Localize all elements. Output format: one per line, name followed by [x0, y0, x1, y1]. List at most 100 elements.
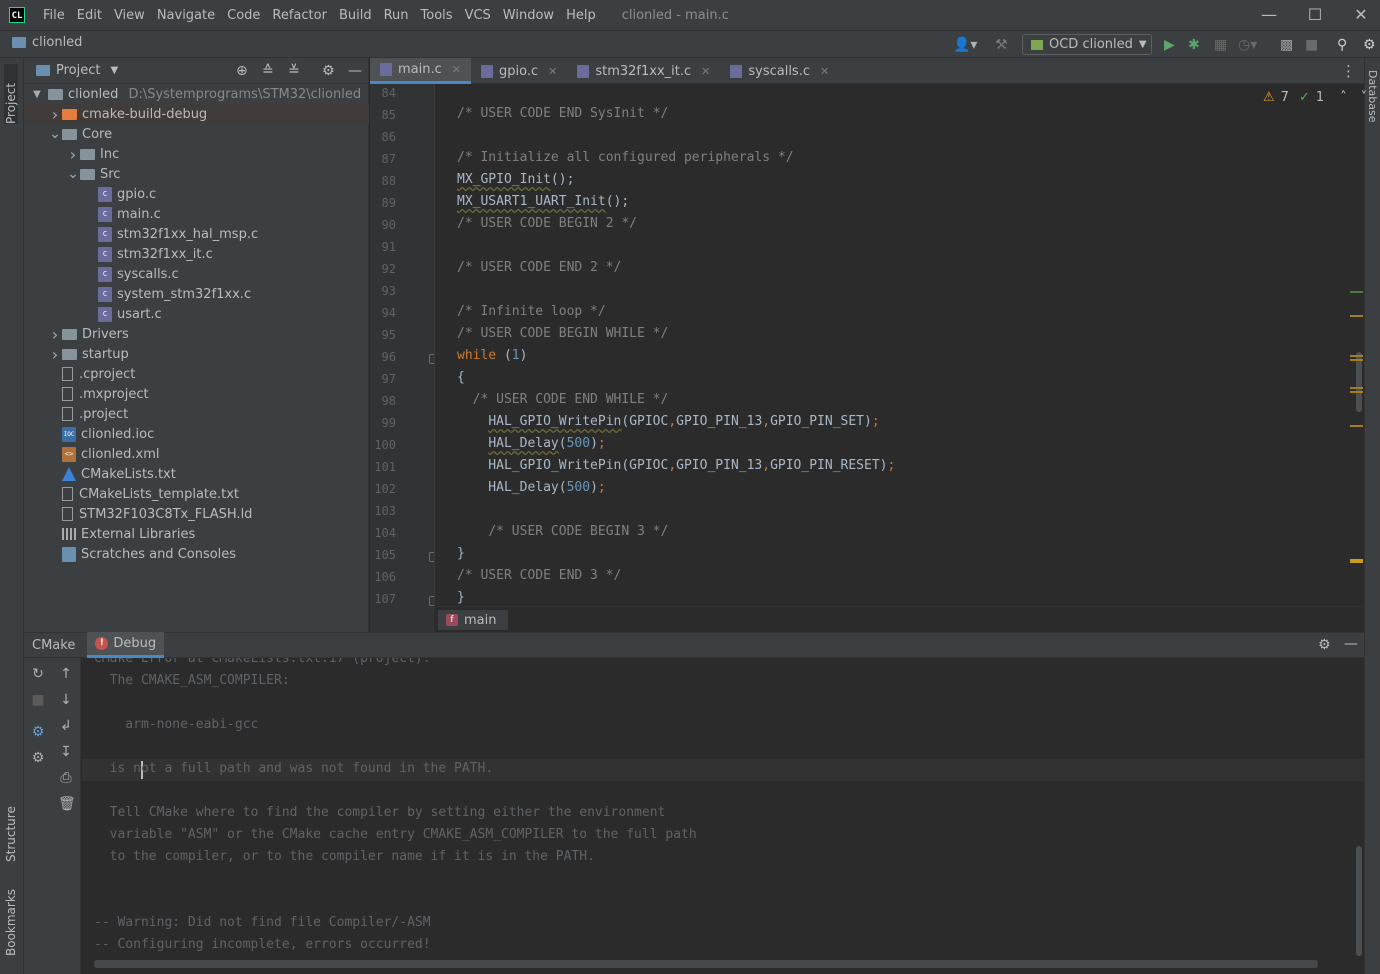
menu-item-window[interactable]: Window [497, 8, 560, 23]
tree-item-inc[interactable]: › Inc [24, 144, 369, 164]
tree-item--project[interactable]: .project [24, 404, 369, 424]
arrow-up-icon[interactable]: ↑ [58, 666, 74, 682]
menu-item-build[interactable]: Build [333, 8, 378, 23]
chevron-down-icon[interactable]: ⌄ [48, 126, 62, 142]
hide-panel-icon[interactable]: — [348, 63, 362, 79]
menu-item-tools[interactable]: Tools [415, 8, 459, 23]
clear-trash-icon[interactable]: 🗑 [58, 796, 76, 812]
close-tab-icon[interactable]: ✕ [452, 63, 461, 76]
console-horizontal-scrollbar[interactable] [94, 960, 1318, 968]
expand-all-icon[interactable]: ≙ [262, 63, 274, 79]
cmake-settings-icon[interactable]: ⚙ [30, 724, 46, 740]
tab-cmake[interactable]: CMake [24, 632, 83, 658]
tree-item-stm32f103c8tx-flash-ld[interactable]: STM32F103C8Tx_FLASH.ld [24, 504, 369, 524]
panel-settings-gear-icon[interactable]: ⚙ [322, 63, 335, 79]
search-icon[interactable]: ⚲ [1337, 37, 1347, 53]
menu-item-run[interactable]: Run [378, 8, 415, 23]
tree-item--cproject[interactable]: .cproject [24, 364, 369, 384]
console-scrollbar[interactable] [1356, 846, 1362, 956]
hide-tool-icon[interactable]: — [1344, 636, 1358, 652]
stop-icon[interactable]: ■ [1305, 37, 1318, 53]
user-add-icon[interactable]: 👤▾ [953, 37, 977, 53]
arrow-down-icon[interactable]: ↓ [58, 692, 74, 708]
chevron-right-icon[interactable]: › [48, 345, 62, 364]
tree-item-stm32f1xx-it-c[interactable]: Cstm32f1xx_it.c [24, 244, 369, 264]
tab-menu-icon[interactable]: ⋮ [1341, 58, 1356, 83]
tree-item-scratches-and-consoles[interactable]: Scratches and Consoles [24, 544, 369, 564]
maximize-icon[interactable]: ☐ [1292, 0, 1338, 30]
tree-item--mxproject[interactable]: .mxproject [24, 384, 369, 404]
project-view-title[interactable]: Project [56, 63, 100, 78]
reload-icon[interactable]: ↻ [30, 666, 46, 682]
settings-gear-icon[interactable]: ⚙ [1363, 37, 1376, 53]
menu-item-refactor[interactable]: Refactor [266, 8, 333, 23]
close-tab-icon[interactable]: ✕ [548, 65, 557, 78]
tree-item-cmakelists-txt[interactable]: CMakeLists.txt [24, 464, 369, 484]
tool-settings-gear-icon[interactable]: ⚙ [1318, 637, 1331, 653]
close-window-icon[interactable]: ✕ [1338, 0, 1380, 30]
soft-wrap-icon[interactable]: ↲ [58, 718, 74, 734]
tab-syscalls-c[interactable]: syscalls.c ✕ [720, 58, 839, 84]
menu-item-view[interactable]: View [108, 8, 151, 23]
tree-item-clionled-ioc[interactable]: IOC clionled.ioc [24, 424, 369, 444]
run-icon[interactable]: ▶ [1164, 37, 1175, 53]
tree-item-syscalls-c[interactable]: Csyscalls.c [24, 264, 369, 284]
minimize-icon[interactable]: — [1246, 0, 1292, 30]
menu-item-navigate[interactable]: Navigate [151, 8, 221, 23]
profile-icon[interactable]: ◷▾ [1238, 37, 1257, 53]
breadcrumb-function-main[interactable]: f main [438, 610, 509, 630]
chevron-down-icon[interactable]: ˅ [1361, 90, 1368, 105]
chevron-down-icon[interactable]: ▼ [110, 65, 118, 76]
tree-item-system-stm32f1xx-c[interactable]: Csystem_stm32f1xx.c [24, 284, 369, 304]
debug-bug-icon[interactable]: ✱ [1188, 37, 1200, 53]
tree-item-src[interactable]: ⌄ Src [24, 164, 369, 184]
code-editor[interactable]: ⚠ 7 ✓ 1 ˄ ˅ /* USER CODE END SysInit */ /… [434, 84, 1367, 606]
attach-process-icon[interactable]: ▩ [1280, 37, 1293, 53]
run-with-coverage-icon[interactable]: ▦ [1214, 37, 1227, 53]
tree-item-main-c[interactable]: Cmain.c [24, 204, 369, 224]
tree-item-stm32f1xx-hal-msp-c[interactable]: Cstm32f1xx_hal_msp.c [24, 224, 369, 244]
menu-item-edit[interactable]: Edit [71, 8, 108, 23]
tree-item-clionled-xml[interactable]: <> clionled.xml [24, 444, 369, 464]
chevron-up-icon[interactable]: ˄ [1340, 90, 1347, 105]
editor-scrollbar-thumb[interactable] [1356, 352, 1362, 412]
tree-item-external-libraries[interactable]: External Libraries [24, 524, 369, 544]
tree-item-core[interactable]: ⌄ Core [24, 124, 369, 144]
database-tool-tab[interactable]: Database [1366, 70, 1379, 140]
editor-scrollbar[interactable] [1356, 352, 1362, 412]
chevron-down-icon[interactable]: ▼ [30, 89, 44, 100]
chevron-right-icon[interactable]: › [48, 325, 62, 344]
collapse-all-icon[interactable]: ≚ [288, 63, 300, 79]
tree-item-drivers[interactable]: › Drivers [24, 324, 369, 344]
scroll-to-end-icon[interactable]: ↧ [58, 744, 74, 760]
close-tab-icon[interactable]: ✕ [701, 65, 710, 78]
select-opened-file-icon[interactable]: ⊕ [236, 63, 248, 79]
tab-debug[interactable]: ! Debug [87, 632, 165, 658]
nav-project-crumb[interactable]: clionled [12, 35, 82, 50]
tree-root-clionled[interactable]: ▼ clionled D:\Systemprograms\STM32\clion… [24, 84, 369, 104]
tree-item-cmake-build-debug[interactable]: › cmake-build-debug [24, 104, 369, 124]
console-scrollbar-thumb[interactable] [1356, 846, 1362, 956]
build-hammer-icon[interactable]: ⚒ [995, 37, 1008, 53]
tree-item-startup[interactable]: › startup [24, 344, 369, 364]
print-icon[interactable]: ⎙ [58, 770, 74, 786]
chevron-right-icon[interactable]: › [48, 105, 62, 124]
structure-tool-tab[interactable]: Structure [4, 792, 18, 862]
run-config-select[interactable]: OCD clionled ▼ [1022, 34, 1152, 55]
inspection-widget[interactable]: ⚠ 7 ✓ 1 ˄ ˅ [1263, 90, 1367, 105]
menu-item-vcs[interactable]: VCS [459, 8, 497, 23]
console-output[interactable]: CMake Error at CMakeLists.txt:17 (projec… [82, 658, 1364, 974]
project-tool-tab[interactable]: Project [4, 64, 18, 124]
tab-stm32f1xx-it-c[interactable]: stm32f1xx_it.c ✕ [567, 58, 720, 84]
chevron-down-icon[interactable]: ⌄ [66, 166, 80, 182]
stop-icon[interactable]: ■ [30, 692, 46, 708]
tree-item-usart-c[interactable]: Cusart.c [24, 304, 369, 324]
clion-logo-icon[interactable]: CL [9, 7, 25, 23]
tab-gpio-c[interactable]: gpio.c ✕ [471, 58, 567, 84]
settings-gear-icon[interactable]: ⚙ [30, 750, 46, 766]
menu-item-file[interactable]: File [37, 8, 71, 23]
tree-item-cmakelists-template-txt[interactable]: CMakeLists_template.txt [24, 484, 369, 504]
menu-item-code[interactable]: Code [221, 8, 266, 23]
close-tab-icon[interactable]: ✕ [820, 65, 829, 78]
tab-main-c[interactable]: main.c ✕ [370, 58, 471, 84]
